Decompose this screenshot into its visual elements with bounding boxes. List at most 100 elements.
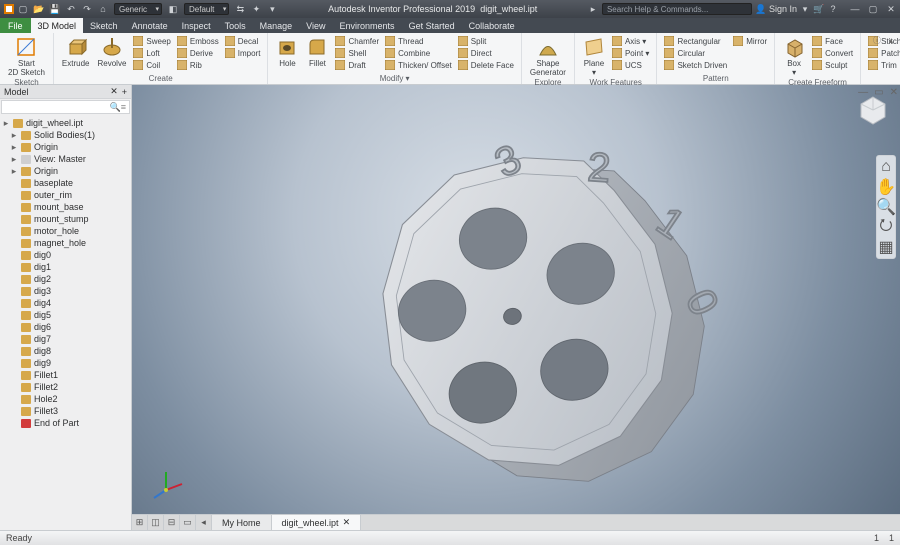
ribbon-tab-view[interactable]: View — [299, 18, 332, 33]
modify-thread-button[interactable]: Thread — [382, 35, 455, 47]
tree-node-magnet-hole[interactable]: magnet_hole — [0, 237, 131, 249]
ribbon-info-icon[interactable]: ⓘ — [872, 35, 882, 45]
material-dropdown[interactable]: Generic — [114, 3, 162, 15]
box-button[interactable]: Box ▾ — [779, 35, 809, 78]
tab-document[interactable]: digit_wheel.ipt✕ — [272, 515, 362, 530]
maximize-icon[interactable]: ▢ — [868, 4, 878, 14]
start-2d-sketch-button[interactable]: Start 2D Sketch — [4, 35, 49, 78]
surface-patch-button[interactable]: Patch — [865, 47, 900, 59]
tree-twisty[interactable]: ▸ — [10, 142, 18, 153]
doc-tab-split-v-icon[interactable]: ⊟ — [164, 515, 180, 530]
create-emboss-button[interactable]: Emboss — [174, 35, 222, 47]
undo-icon[interactable]: ↶ — [66, 4, 76, 14]
ribbon-collapse-icon[interactable]: ▴ — [886, 35, 896, 45]
ribbon-tab-environments[interactable]: Environments — [333, 18, 402, 33]
appearance-dropdown[interactable]: Default — [184, 3, 229, 15]
tree-node-fillet1[interactable]: Fillet1 — [0, 369, 131, 381]
measure-icon[interactable]: ✦ — [251, 4, 261, 14]
browser-tree[interactable]: ▸digit_wheel.ipt ▸Solid Bodies(1) ▸Origin… — [0, 115, 131, 530]
ribbon-tab-annotate[interactable]: Annotate — [125, 18, 175, 33]
tree-node-fillet3[interactable]: Fillet3 — [0, 405, 131, 417]
modify-chamfer-button[interactable]: Chamfer — [332, 35, 382, 47]
doc-tab-single-icon[interactable]: ▭ — [180, 515, 196, 530]
create-import-button[interactable]: Import — [222, 47, 264, 59]
save-icon[interactable]: 💾 — [50, 4, 60, 14]
tree-node-outer-rim[interactable]: outer_rim — [0, 189, 131, 201]
modify-direct-button[interactable]: Direct — [455, 47, 517, 59]
freeform-sculpt-button[interactable]: Sculpt — [809, 59, 856, 71]
wf-ucs-button[interactable]: UCS — [609, 59, 652, 71]
ribbon-tab-tools[interactable]: Tools — [218, 18, 253, 33]
help-icon[interactable]: ? — [828, 4, 838, 14]
modify-thicken-offset-button[interactable]: Thicken/ Offset — [382, 59, 455, 71]
help-search-input[interactable]: Search Help & Commands... — [602, 3, 752, 15]
browser-tab-model[interactable]: Model — [4, 87, 29, 97]
tree-root[interactable]: ▸digit_wheel.ipt — [0, 117, 131, 129]
create-sweep-button[interactable]: Sweep — [130, 35, 173, 47]
appearance-swatch-icon[interactable]: ◧ — [168, 4, 178, 14]
view-cube[interactable] — [858, 95, 888, 125]
minimize-icon[interactable]: — — [850, 4, 860, 14]
pattern-mirror-button[interactable]: Mirror — [730, 35, 770, 47]
shape-generator-button[interactable]: Shape Generator — [526, 35, 570, 78]
tree-node-baseplate[interactable]: baseplate — [0, 177, 131, 189]
browser-search-menu-icon[interactable]: ≡ — [121, 102, 126, 112]
tab-close-icon[interactable]: ✕ — [343, 517, 351, 528]
tree-node-dig1[interactable]: dig1 — [0, 261, 131, 273]
ribbon-tab-manage[interactable]: Manage — [253, 18, 300, 33]
freeform-convert-button[interactable]: Convert — [809, 47, 856, 59]
ribbon-tab-get-started[interactable]: Get Started — [402, 18, 462, 33]
redo-icon[interactable]: ↷ — [82, 4, 92, 14]
wf-axis--button[interactable]: Axis ▾ — [609, 35, 652, 47]
tree-node-hole2[interactable]: Hole2 — [0, 393, 131, 405]
home-view-icon[interactable]: ⌂ — [879, 160, 893, 174]
create-derive-button[interactable]: Derive — [174, 47, 222, 59]
doc-tab-split-h-icon[interactable]: ◫ — [148, 515, 164, 530]
ribbon-tab-3d-model[interactable]: 3D Model — [31, 18, 84, 33]
tree-node-dig7[interactable]: dig7 — [0, 333, 131, 345]
tree-node-dig2[interactable]: dig2 — [0, 273, 131, 285]
orbit-icon[interactable]: ⭮ — [879, 220, 893, 234]
tree-twisty[interactable]: ▸ — [10, 154, 18, 165]
tree-node-motor-hole[interactable]: motor_hole — [0, 225, 131, 237]
tree-node-dig5[interactable]: dig5 — [0, 309, 131, 321]
modify-delete-face-button[interactable]: Delete Face — [455, 59, 517, 71]
3d-viewport[interactable]: — ▭ ✕ — [132, 85, 900, 530]
browser-add-tab-icon[interactable]: + — [122, 87, 127, 97]
home-icon[interactable]: ⌂ — [98, 4, 108, 14]
ribbon-tab-inspect[interactable]: Inspect — [175, 18, 218, 33]
hole-button[interactable]: Hole — [272, 35, 302, 69]
browser-search-input[interactable]: 🔍 ≡ — [1, 100, 130, 114]
fillet-button[interactable]: Fillet — [302, 35, 332, 69]
doc-tab-grid-icon[interactable]: ⊞ — [132, 515, 148, 530]
tree-node-dig8[interactable]: dig8 — [0, 345, 131, 357]
freeform-face-button[interactable]: Face — [809, 35, 856, 47]
create-decal-button[interactable]: Decal — [222, 35, 264, 47]
modify-draft-button[interactable]: Draft — [332, 59, 382, 71]
pattern-sketch-driven-button[interactable]: Sketch Driven — [661, 59, 730, 71]
browser-close-icon[interactable]: ✕ — [110, 86, 118, 97]
create-loft-button[interactable]: Loft — [130, 47, 173, 59]
tree-node-view-master[interactable]: ▸View: Master — [0, 153, 131, 165]
doc-tab-prev-icon[interactable]: ◂ — [196, 515, 212, 530]
wf-point--button[interactable]: Point ▾ — [609, 47, 652, 59]
tree-node-dig6[interactable]: dig6 — [0, 321, 131, 333]
tab-my-home[interactable]: My Home — [212, 515, 272, 530]
pattern-rectangular-button[interactable]: Rectangular — [661, 35, 730, 47]
close-icon[interactable]: ✕ — [886, 4, 896, 14]
tree-node-dig0[interactable]: dig0 — [0, 249, 131, 261]
appearance-arrow-icon[interactable]: ⇆ — [235, 4, 245, 14]
qat-more-icon[interactable]: ▾ — [267, 4, 277, 14]
open-icon[interactable]: 📂 — [34, 4, 44, 14]
tree-node-solid-bodies-1-[interactable]: ▸Solid Bodies(1) — [0, 129, 131, 141]
pattern-circular-button[interactable]: Circular — [661, 47, 730, 59]
tree-twisty[interactable]: ▸ — [10, 130, 18, 141]
look-at-icon[interactable]: ▦ — [879, 240, 893, 254]
plane-button[interactable]: Plane ▾ — [579, 35, 609, 78]
tree-node-origin[interactable]: ▸Origin — [0, 165, 131, 177]
modify-combine-button[interactable]: Combine — [382, 47, 455, 59]
zoom-icon[interactable]: 🔍 — [879, 200, 893, 214]
tree-node-end-of-part[interactable]: End of Part — [0, 417, 131, 429]
sign-in-button[interactable]: 👤Sign In▾ — [756, 4, 810, 14]
tree-twisty[interactable]: ▸ — [10, 166, 18, 177]
